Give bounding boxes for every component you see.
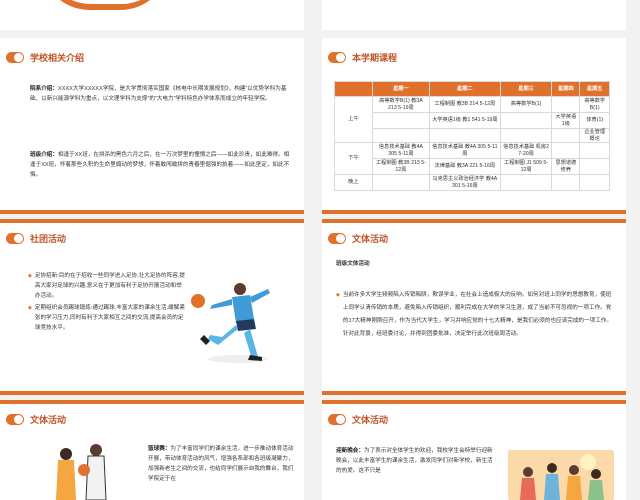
bottom-bar — [322, 391, 626, 395]
toggle-pill-icon — [6, 413, 24, 425]
top-bar — [0, 400, 304, 404]
top-right-slide — [322, 0, 626, 30]
table-row: 大学英语1级 教1 541 5-19周 大学英语1级 体育(1) — [335, 112, 610, 129]
table-row: 下午 信息技术基础 教4A 305 5-11周 信息技术基础 教4A 305 5… — [334, 142, 610, 175]
school-intro-slide: 学校相关介绍 院系介绍：XXXX大学XXXXX学院，是大学贯彻落实国家《核电中长… — [0, 38, 304, 214]
toggle-pill-icon — [328, 413, 346, 425]
subtitle: 班级文体活动 — [336, 261, 370, 267]
list-item: ◆ 足协招新:目的在于招收一些同学进入足协,壮大足协的阵容,提高大家对足球的兴趣,… — [28, 273, 185, 299]
list-item: ◆ 定期组织会员踢球锻炼:通过踢球,丰富大家的课余生活,缓解紧张的学习压力,同时有… — [28, 305, 185, 331]
course-table: 星期一 星期二 星期三 星期四 星期五 上午 高等数学B(1) 教3A 213 … — [334, 81, 610, 191]
table-row: 工程制图 教3B 213 5-12周 法律基础 教3A 221 5-16周 工程… — [335, 158, 610, 175]
bottom-bar — [0, 391, 304, 395]
bottom-bar — [0, 210, 304, 214]
courses-slide: 本学期课程 星期一 星期二 星期三 星期四 星期五 上午 高等数学B(1) 教3… — [322, 38, 626, 214]
table-row: 企业管理概论 — [335, 128, 610, 143]
list-item: ◆ 当前许多大学生频频陷入传销陷阱，欺误学业，在社会上造成极大的反响。如何对班上同… — [336, 292, 612, 337]
top-bar — [322, 400, 626, 404]
toggle-pill-icon — [6, 232, 24, 244]
soccer-player-illustration — [191, 283, 270, 363]
intro-paragraph: 院系介绍：XXXX大学XXXXX学院，是大学贯彻落实国家《核电中长期发展规划》，… — [30, 86, 287, 102]
basketball-paragraph: 篮球赛：为了丰富同学们的课余生活，进一步推动体育活动开展，带动体育活动的风气，增… — [148, 446, 294, 482]
top-bar — [0, 219, 304, 223]
culture-bullets: ◆ 当前许多大学生频频陷入传销陷阱，欺误学业，在社会上造成极大的反响。如何对班上同… — [336, 289, 614, 341]
section-title: 文体活动 — [328, 411, 388, 427]
club-slide: 社团活动 ◆ 足协招新:目的在于招收一些同学进入足协,壮大足协的阵容,提高大家对足… — [0, 219, 304, 395]
welcome-paragraph: 迎新晚会：为了表示对全体学生的欢迎，我校学生会特举行迎新晚会，以此丰富学生的课余… — [336, 448, 493, 474]
table-header-row: 星期一 星期二 星期三 星期四 星期五 — [334, 81, 610, 97]
club-bullets: ◆ 足协招新:目的在于招收一些同学进入足协,壮大足协的阵容,提高大家对足球的兴趣,… — [28, 271, 186, 333]
basketball-players-illustration — [56, 444, 107, 500]
section-title: 学校相关介绍 — [6, 49, 84, 65]
toggle-pill-icon — [328, 51, 346, 63]
culture-slide-3: 文体活动 迎新晚会：为了表示对全体学生的欢迎，我校学生会特举行迎新晚会，以此丰富… — [322, 400, 626, 500]
top-bar — [322, 219, 626, 223]
toggle-pill-icon — [328, 232, 346, 244]
toggle-pill-icon — [6, 51, 24, 63]
top-left-slide — [0, 0, 304, 30]
concert-illustration — [508, 450, 614, 500]
section-title: 文体活动 — [328, 230, 388, 246]
section-title: 文体活动 — [6, 411, 66, 427]
table-row: 上午 高等数学B(1) 教3A 213 5-19周 工程制图 教3B 214 5… — [334, 96, 610, 143]
class-paragraph: 班级介绍：相逢于XX班，在拼杀的黑色六月之后，在一万次梦里的憧憬之后——如此珍贵… — [30, 152, 290, 178]
bottom-bar — [322, 210, 626, 214]
section-title: 本学期课程 — [328, 49, 397, 65]
table-row: 晚上 马克思主义政治经济学 教4A 301 5-16周 — [334, 174, 610, 191]
culture-slide-2: 文体活动 篮球赛：为了丰富同学们的课余生活，进一步推动体育活动开展，带动体育活动… — [0, 400, 304, 500]
section-title: 社团活动 — [6, 230, 66, 246]
culture-slide-1: 文体活动 班级文体活动 ◆ 当前许多大学生频频陷入传销陷阱，欺误学业，在社会上造成… — [322, 219, 626, 395]
